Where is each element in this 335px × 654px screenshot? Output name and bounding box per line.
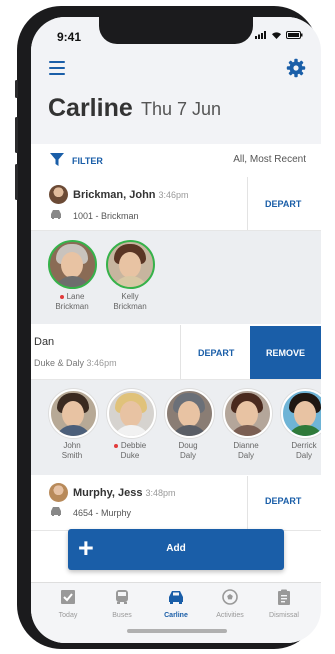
bus-icon xyxy=(116,590,128,604)
student-avatar[interactable] xyxy=(48,240,97,289)
depart-button[interactable]: DEPART xyxy=(198,348,234,358)
student-avatar[interactable] xyxy=(49,389,98,438)
student-name: Doug Daly xyxy=(178,441,198,460)
student-avatar[interactable] xyxy=(165,389,214,438)
divider xyxy=(247,476,248,530)
student-name: Derrick Daly xyxy=(291,441,317,460)
divider xyxy=(180,325,181,379)
tab-activities[interactable]: Activities xyxy=(201,589,259,619)
checkbox-icon xyxy=(61,590,75,604)
page-title: Carline xyxy=(48,94,133,122)
remove-button[interactable]: REMOVE xyxy=(250,326,321,379)
tab-label: Buses xyxy=(112,612,132,619)
filter-label: FILTER xyxy=(72,156,103,166)
depart-button[interactable]: DEPART xyxy=(265,199,301,209)
parent-name: Murphy, Jess 3:48pm xyxy=(73,487,176,499)
cellular-signal-icon xyxy=(255,31,266,39)
tab-dismissal[interactable]: Dismissal xyxy=(255,589,313,619)
tab-today[interactable]: Today xyxy=(39,589,97,619)
status-time: 9:41 xyxy=(57,30,82,44)
soccer-ball-icon xyxy=(222,589,238,605)
home-indicator xyxy=(127,629,227,633)
clipboard-icon xyxy=(278,589,290,605)
parent-name: Dan xyxy=(34,336,55,348)
page-date: Thu 7 Jun xyxy=(141,99,222,119)
add-label: Add xyxy=(166,543,186,554)
avatar xyxy=(49,185,68,204)
tab-label: Dismissal xyxy=(269,612,299,619)
funnel-icon xyxy=(50,153,64,166)
student-avatar[interactable] xyxy=(107,389,156,438)
student-name: Lane Brickman xyxy=(55,292,89,311)
car-info: 4654 - Murphy xyxy=(73,508,132,518)
add-button[interactable]: + Add xyxy=(68,529,284,570)
student-avatar[interactable] xyxy=(223,389,272,438)
avatar xyxy=(49,483,68,502)
filter-bar[interactable]: FILTER All, Most Recent xyxy=(31,144,321,178)
depart-button[interactable]: DEPART xyxy=(265,496,301,506)
student-name: John Smith xyxy=(61,441,83,460)
tab-carline[interactable]: Carline xyxy=(147,589,205,619)
parent-name: Brickman, John 3:46pm xyxy=(73,189,189,201)
filter-value: All, Most Recent xyxy=(233,154,306,165)
arrival-time: 3:48pm xyxy=(145,488,176,498)
hamburger-menu-icon[interactable] xyxy=(49,61,65,75)
alert-dot xyxy=(59,294,64,299)
arrival-time: 3:46pm xyxy=(158,190,189,200)
app-screen: 9:41 Carline Thu 7 Jun FILTER All, Most … xyxy=(31,17,321,643)
divider xyxy=(247,177,248,230)
car-info: 1001 - Brickman xyxy=(73,211,139,221)
mute-switch xyxy=(15,80,18,98)
wifi-icon xyxy=(272,32,281,39)
student-avatar[interactable] xyxy=(106,240,155,289)
car-info: Duke & Daly 3:46pm xyxy=(34,358,117,368)
tab-bar: Today Buses Carline Activities Dismissal xyxy=(31,582,321,643)
tab-label: Today xyxy=(58,612,78,619)
status-icons xyxy=(255,31,303,39)
student-name: Dianne Daly xyxy=(233,441,259,460)
tab-label: Activities xyxy=(216,612,244,619)
car-icon xyxy=(169,591,183,604)
gear-icon[interactable] xyxy=(286,58,306,78)
notch xyxy=(99,17,253,44)
student-name: Kelly Brickman xyxy=(113,292,147,311)
alert-dot xyxy=(113,443,118,448)
car-icon xyxy=(51,507,61,516)
battery-icon xyxy=(286,31,303,39)
student-name: Debbie Duke xyxy=(100,441,160,461)
volume-up-button xyxy=(15,117,18,153)
car-icon xyxy=(51,210,61,219)
tab-label: Carline xyxy=(164,612,188,619)
tab-buses[interactable]: Buses xyxy=(93,589,151,619)
volume-down-button xyxy=(15,164,18,200)
student-avatar[interactable] xyxy=(281,389,321,438)
